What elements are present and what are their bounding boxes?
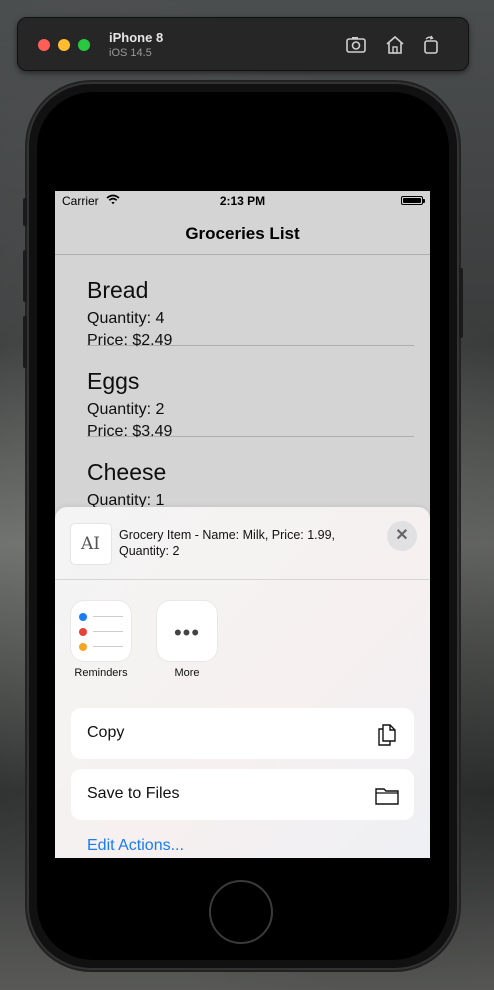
item-name: Cheese bbox=[87, 459, 167, 485]
simulator-toolbar: iPhone 8 iOS 14.5 bbox=[17, 17, 469, 71]
screenshot-icon[interactable] bbox=[345, 34, 367, 56]
minimize-window-button[interactable] bbox=[58, 39, 70, 51]
item-quantity: Quantity: 4 bbox=[87, 310, 165, 327]
text-document-icon: AI bbox=[71, 524, 111, 564]
home-button[interactable] bbox=[209, 880, 273, 944]
groceries-list: Bread Quantity: 4 Price: $2.49 Eggs Quan… bbox=[55, 255, 430, 528]
volume-down-button bbox=[23, 316, 27, 368]
mute-switch bbox=[23, 198, 27, 226]
close-share-sheet-button[interactable]: ✕ bbox=[387, 521, 417, 551]
copy-icon bbox=[378, 724, 396, 746]
share-sheet-header: AI Grocery Item - Name: Milk, Price: 1.9… bbox=[55, 507, 430, 580]
status-bar: Carrier 2:13 PM bbox=[55, 191, 430, 211]
save-to-files-label: Save to Files bbox=[87, 785, 180, 802]
item-name: Bread bbox=[87, 277, 149, 303]
list-item[interactable]: Eggs Quantity: 2 Price: $3.49 bbox=[87, 346, 414, 440]
folder-icon bbox=[375, 788, 399, 805]
battery-icon bbox=[401, 196, 425, 205]
navigation-bar: Groceries List bbox=[55, 211, 430, 255]
close-window-button[interactable] bbox=[38, 39, 50, 51]
share-sheet: AI Grocery Item - Name: Milk, Price: 1.9… bbox=[55, 507, 430, 858]
reminders-label[interactable]: Reminders bbox=[61, 667, 141, 679]
os-version: iOS 14.5 bbox=[109, 47, 152, 59]
reminders-icon[interactable] bbox=[71, 601, 131, 661]
rotate-icon[interactable] bbox=[420, 34, 442, 56]
copy-action[interactable]: Copy bbox=[71, 708, 414, 759]
shared-item-preview: Grocery Item - Name: Milk, Price: 1.99, … bbox=[119, 528, 336, 558]
edit-actions-link[interactable]: Edit Actions... bbox=[87, 837, 184, 855]
power-button bbox=[459, 268, 463, 338]
more-label[interactable]: More bbox=[147, 667, 227, 679]
item-name: Eggs bbox=[87, 368, 140, 394]
volume-up-button bbox=[23, 250, 27, 302]
home-icon[interactable] bbox=[384, 34, 406, 56]
phone-screen: Carrier 2:13 PM Groceries List Bread Qua… bbox=[55, 191, 430, 858]
status-time: 2:13 PM bbox=[219, 194, 266, 208]
copy-label: Copy bbox=[87, 724, 125, 741]
more-icon[interactable]: ••• bbox=[157, 601, 217, 661]
list-item[interactable]: Bread Quantity: 4 Price: $2.49 bbox=[87, 255, 414, 349]
device-name: iPhone 8 bbox=[109, 30, 164, 45]
save-to-files-action[interactable]: Save to Files bbox=[71, 769, 414, 820]
item-quantity: Quantity: 2 bbox=[87, 401, 165, 418]
zoom-window-button[interactable] bbox=[78, 39, 90, 51]
page-title: Groceries List bbox=[185, 224, 300, 243]
